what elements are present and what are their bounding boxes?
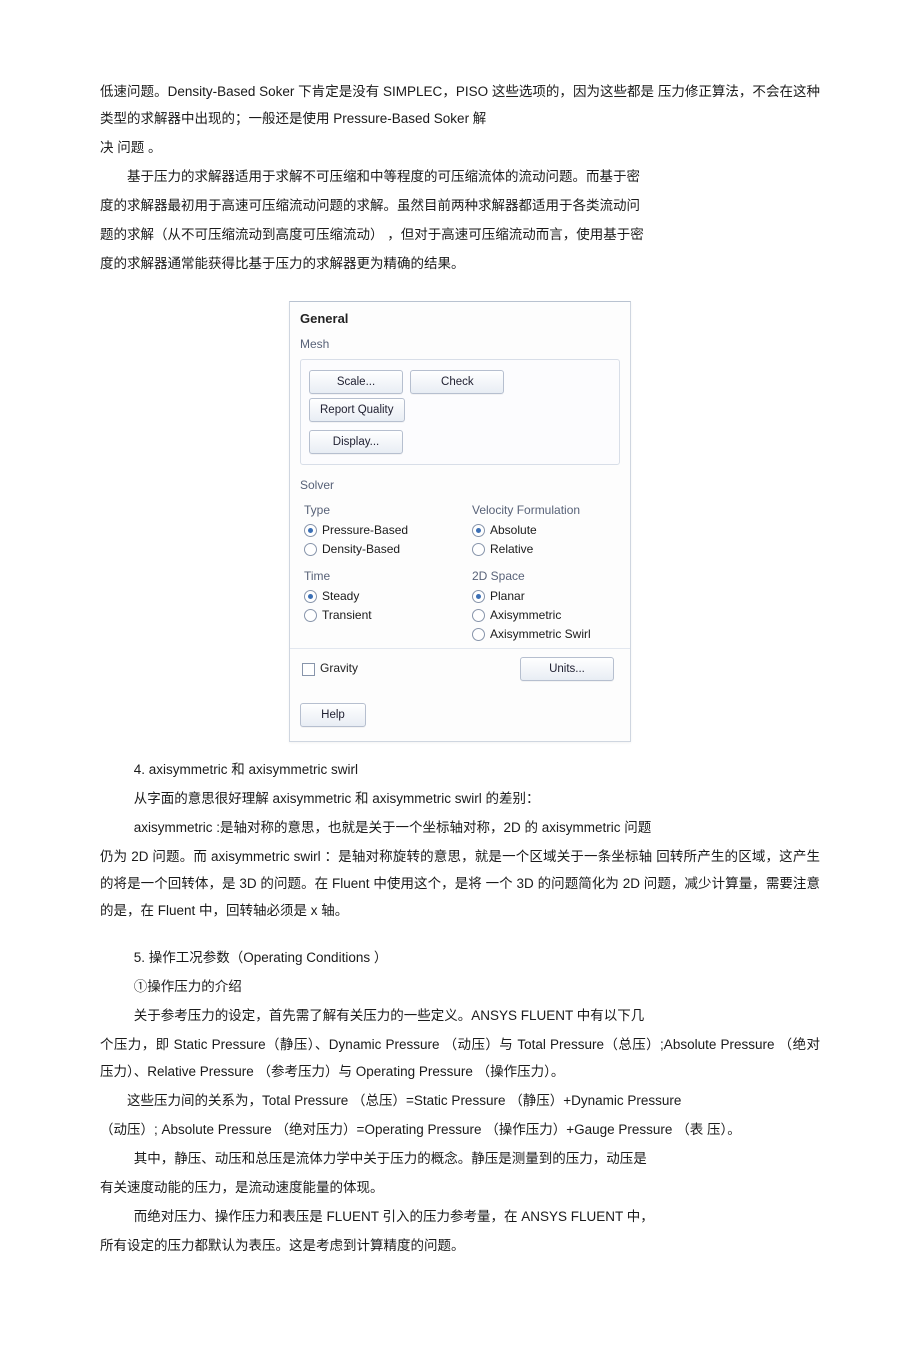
gravity-label: Gravity (320, 661, 358, 675)
radio-icon (304, 609, 317, 622)
checkbox-icon (302, 663, 315, 676)
paragraph: 有关速度动能的压力，是流动速度能量的体现。 (100, 1174, 820, 1201)
units-button[interactable]: Units... (520, 657, 614, 681)
radio-planar[interactable]: Planar (472, 587, 616, 606)
radio-icon (304, 590, 317, 603)
paragraph: 低速问题。Density-Based Soker 下肯定是没有 SIMPLEC，… (100, 78, 820, 132)
section-5-title: 5. 操作工况参数（Operating Conditions ） (134, 944, 820, 971)
solver-type-row: Type Pressure-Based Density-Based Veloci… (290, 496, 630, 562)
report-quality-button[interactable]: Report Quality (309, 398, 405, 422)
paragraph: 题的求解（从不可压缩流动到高度可压缩流动） ，但对于高速可压缩流动而言，使用基于… (100, 221, 820, 248)
panel-title: General (290, 302, 630, 332)
radio-icon (304, 543, 317, 556)
radio-density-based[interactable]: Density-Based (304, 540, 448, 559)
radio-label: Transient (322, 607, 372, 624)
paragraph: 基于压力的求解器适用于求解不可压缩和中等程度的可压缩流体的流动问题。而基于密 (100, 163, 820, 190)
radio-label: Steady (322, 588, 359, 605)
display-button[interactable]: Display... (309, 430, 403, 454)
gravity-row: Gravity Units... (290, 648, 630, 691)
solver-time-row: Time Steady Transient 2D Space Planar (290, 562, 630, 647)
radio-label: Axisymmetric Swirl (490, 626, 591, 643)
solver-group-label: Solver (290, 473, 630, 496)
paragraph: 仍为 2D 问题。而 axisymmetric swirl ：是轴对称旋转的意思… (100, 843, 820, 924)
radio-label: Axisymmetric (490, 607, 561, 624)
general-settings-panel: General Mesh Scale... Check Report Quali… (289, 301, 631, 742)
radio-icon (472, 590, 485, 603)
paragraph: 这些压力间的关系为，Total Pressure （总压）=Static Pre… (100, 1087, 820, 1114)
paragraph: 而绝对压力、操作压力和表压是 FLUENT 引入的压力参考量，在 ANSYS F… (100, 1203, 820, 1230)
paragraph: 度的求解器最初用于高速可压缩流动问题的求解。虽然目前两种求解器都适用于各类流动问 (100, 192, 820, 219)
paragraph: 度的求解器通常能获得比基于压力的求解器更为精确的结果。 (100, 250, 820, 277)
paragraph: （动压）; Absolute Pressure （绝对压力）=Operating… (100, 1116, 820, 1143)
paragraph: axisymmetric :是轴对称的意思，也就是关于一个坐标轴对称，2D 的 … (134, 814, 820, 841)
radio-icon (304, 524, 317, 537)
paragraph: 其中，静压、动压和总压是流体力学中关于压力的概念。静压是测量到的压力，动压是 (100, 1145, 820, 1172)
radio-axisymmetric-swirl[interactable]: Axisymmetric Swirl (472, 625, 616, 644)
paragraph: 从字面的意思很好理解 axisymmetric 和 axisymmetric s… (134, 785, 820, 812)
radio-pressure-based[interactable]: Pressure-Based (304, 521, 448, 540)
mesh-group-label: Mesh (290, 332, 630, 355)
document-page: 低速问题。Density-Based Soker 下肯定是没有 SIMPLEC，… (0, 0, 920, 1361)
radio-axisymmetric[interactable]: Axisymmetric (472, 606, 616, 625)
gravity-checkbox[interactable]: Gravity (302, 660, 358, 677)
radio-icon (472, 543, 485, 556)
radio-absolute[interactable]: Absolute (472, 521, 616, 540)
paragraph: 决 问题 。 (100, 134, 820, 161)
check-button[interactable]: Check (410, 370, 504, 394)
time-label: Time (304, 568, 448, 585)
radio-label: Pressure-Based (322, 522, 408, 539)
radio-steady[interactable]: Steady (304, 587, 448, 606)
velocity-label: Velocity Formulation (472, 502, 616, 519)
paragraph: 个压力，即 Static Pressure（静压）、Dynamic Pressu… (100, 1031, 820, 1085)
paragraph: 所有设定的压力都默认为表压。这是考虑到计算精度的问题。 (100, 1232, 820, 1259)
radio-label: Relative (490, 541, 533, 558)
paragraph: 关于参考压力的设定，首先需了解有关压力的一些定义。ANSYS FLUENT 中有… (134, 1002, 820, 1029)
radio-label: Absolute (490, 522, 537, 539)
space-label: 2D Space (472, 568, 616, 585)
radio-icon (472, 609, 485, 622)
radio-relative[interactable]: Relative (472, 540, 616, 559)
radio-label: Density-Based (322, 541, 400, 558)
help-button[interactable]: Help (300, 703, 366, 727)
section-4-title: 4. axisymmetric 和 axisymmetric swirl (134, 756, 820, 783)
type-label: Type (304, 502, 448, 519)
mesh-group: Scale... Check Report Quality Display... (300, 359, 620, 465)
radio-icon (472, 524, 485, 537)
help-row: Help (290, 691, 630, 741)
scale-button[interactable]: Scale... (309, 370, 403, 394)
radio-icon (472, 628, 485, 641)
paragraph: ①操作压力的介绍 (134, 973, 820, 1000)
radio-label: Planar (490, 588, 525, 605)
radio-transient[interactable]: Transient (304, 606, 448, 625)
